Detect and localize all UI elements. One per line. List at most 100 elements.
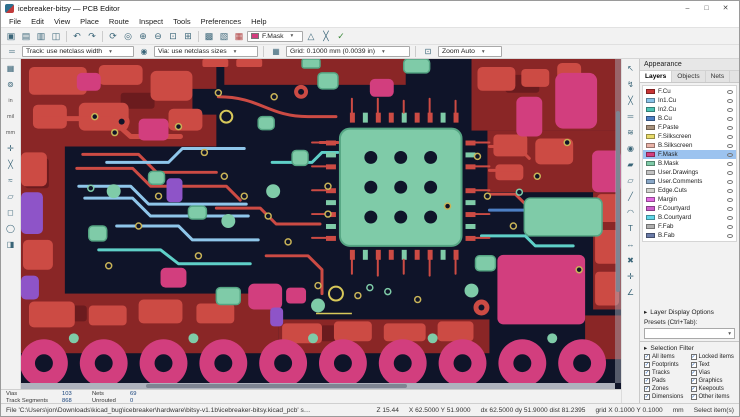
sf-tracks[interactable]: ✓ Tracks [644, 370, 691, 376]
checkbox-checked-icon[interactable]: ✓ [690, 362, 697, 368]
sf-all-items[interactable]: ✓ All items [644, 354, 691, 360]
ratsnest-button[interactable]: ╳ [319, 29, 333, 43]
checkbox-checked-icon[interactable]: ✓ [644, 378, 650, 384]
checkbox-checked-icon[interactable]: ✓ [644, 386, 650, 392]
checkbox-checked-icon[interactable]: ✓ [644, 354, 650, 360]
drill-origin-button[interactable]: ✛ [623, 269, 639, 284]
vertical-scrollbar-thumb[interactable] [616, 110, 620, 293]
zoom-fit-button[interactable]: ⊡ [166, 29, 180, 43]
visibility-eye-icon[interactable] [727, 233, 733, 238]
track-width-dropdown[interactable]: Track: use netclass width ▾ [22, 46, 134, 57]
checkbox-checked-icon[interactable]: ✓ [690, 394, 697, 400]
zoom-in-button[interactable]: ⊕ [136, 29, 150, 43]
select-tool-button[interactable]: ↖ [623, 61, 639, 76]
sf-keepouts[interactable]: ✓ Keepouts [690, 386, 738, 392]
layer-row-fmask-active[interactable]: F.Mask [643, 150, 736, 159]
visibility-eye-icon[interactable] [727, 179, 733, 184]
layer-row-bfab[interactable]: B.Fab [643, 231, 736, 240]
units-mils-button[interactable]: mil [3, 109, 19, 124]
visibility-eye-icon[interactable] [727, 197, 733, 202]
add-dimension-button[interactable]: ↔ [623, 237, 639, 252]
undo-button[interactable]: ↶ [70, 29, 84, 43]
maximize-button[interactable]: □ [697, 2, 716, 15]
3d-viewer-button[interactable]: ▧ [217, 29, 231, 43]
appearance-toggle-button[interactable]: ◨ [3, 237, 19, 252]
draw-arc-button[interactable]: ◠ [623, 205, 639, 220]
visibility-eye-icon[interactable] [727, 161, 733, 166]
grid-dropdown[interactable]: Grid: 0.1000 mm (0.0039 in) ▾ [286, 46, 410, 57]
draw-line-button[interactable]: ╱ [623, 189, 639, 204]
visibility-eye-icon[interactable] [727, 170, 733, 175]
page-settings-button[interactable]: ▤ [19, 29, 33, 43]
crosshair-cursor-button[interactable]: ✛ [3, 141, 19, 156]
layer-row-in1cu[interactable]: In1.Cu [643, 96, 736, 105]
layer-color-swatch[interactable] [646, 215, 655, 220]
layer-display-options[interactable]: ▸ Layer Display Options [640, 306, 739, 318]
menu-help[interactable]: Help [246, 16, 271, 27]
visibility-eye-icon[interactable] [727, 98, 733, 103]
layer-color-swatch[interactable] [646, 107, 655, 112]
highlight-net-tool-button[interactable]: ↯ [623, 77, 639, 92]
visibility-eye-icon[interactable] [727, 125, 733, 130]
layer-color-swatch[interactable] [646, 224, 655, 229]
sf-dimensions[interactable]: ✓ Dimensions [644, 394, 691, 400]
sf-vias[interactable]: ✓ Vias [690, 370, 738, 376]
add-zone-button[interactable]: ▰ [623, 157, 639, 172]
checkbox-checked-icon[interactable]: ✓ [644, 362, 650, 368]
layer-row-in2cu[interactable]: In2.Cu [643, 105, 736, 114]
layer-row-usercomments[interactable]: User.Comments [643, 177, 736, 186]
layer-row-fsilk[interactable]: F.Silkscreen [643, 132, 736, 141]
layer-row-bmask[interactable]: B.Mask [643, 159, 736, 168]
layer-row-ffab[interactable]: F.Fab [643, 222, 736, 231]
checkbox-checked-icon[interactable]: ✓ [690, 354, 697, 360]
minimize-button[interactable]: – [678, 2, 697, 15]
visibility-eye-icon[interactable] [727, 143, 733, 148]
layer-color-swatch[interactable] [646, 98, 655, 103]
zone-display-button[interactable]: ▱ [3, 189, 19, 204]
layer-color-swatch[interactable] [646, 179, 655, 184]
vertical-scrollbar[interactable] [615, 59, 621, 383]
layer-row-bcourtyard[interactable]: B.Courtyard [643, 213, 736, 222]
layer-row-fcu[interactable]: F.Cu [643, 87, 736, 96]
visibility-eye-icon[interactable] [727, 116, 733, 121]
sf-graphics[interactable]: ✓ Graphics [690, 378, 738, 384]
layer-row-fcourtyard[interactable]: F.Courtyard [643, 204, 736, 213]
grid-toggle-button[interactable]: ▦ [3, 61, 19, 76]
layer-color-swatch[interactable] [646, 116, 655, 121]
menu-tools[interactable]: Tools [168, 16, 196, 27]
layer-color-swatch[interactable] [646, 197, 655, 202]
menu-preferences[interactable]: Preferences [196, 16, 246, 27]
menu-place[interactable]: Place [75, 16, 104, 27]
layer-color-swatch[interactable] [646, 233, 655, 238]
visibility-eye-icon[interactable] [727, 215, 733, 220]
refresh-button[interactable]: ⟳ [106, 29, 120, 43]
zoom-selection-button[interactable]: ⊞ [181, 29, 195, 43]
presets-dropdown[interactable]: ▾ [644, 328, 735, 339]
checkbox-checked-icon[interactable]: ✓ [690, 386, 697, 392]
rule-area-button[interactable]: ▱ [623, 173, 639, 188]
delete-tool-button[interactable]: ✖ [623, 253, 639, 268]
menu-inspect[interactable]: Inspect [134, 16, 168, 27]
sf-footprints[interactable]: ✓ Footprints [644, 362, 691, 368]
pcb-canvas[interactable] [21, 59, 621, 389]
sf-other-items[interactable]: ✓ Other items [690, 394, 738, 400]
measure-tool-button[interactable]: ∠ [623, 285, 639, 300]
menu-file[interactable]: File [4, 16, 26, 27]
layer-color-swatch[interactable] [646, 89, 655, 94]
highlight-net-button[interactable]: △ [304, 29, 318, 43]
layer-row-bcu[interactable]: B.Cu [643, 114, 736, 123]
layer-color-swatch[interactable] [646, 170, 655, 175]
find-button[interactable]: ◎ [121, 29, 135, 43]
layer-row-edgecuts[interactable]: Edge.Cuts [643, 186, 736, 195]
sf-text[interactable]: ✓ Text [690, 362, 738, 368]
via-display-button[interactable]: ◯ [3, 221, 19, 236]
layer-color-swatch[interactable] [646, 143, 655, 148]
units-mm-button[interactable]: mm [3, 125, 19, 140]
checkbox-checked-icon[interactable]: ✓ [644, 370, 650, 376]
ratsnest-toggle-button[interactable]: ╳ [3, 157, 19, 172]
layer-row-bsilk[interactable]: B.Silkscreen [643, 141, 736, 150]
add-text-button[interactable]: T [623, 221, 639, 236]
tab-layers[interactable]: Layers [640, 71, 673, 82]
checkbox-checked-icon[interactable]: ✓ [644, 394, 650, 400]
curved-ratsnest-button[interactable]: ≈ [3, 173, 19, 188]
